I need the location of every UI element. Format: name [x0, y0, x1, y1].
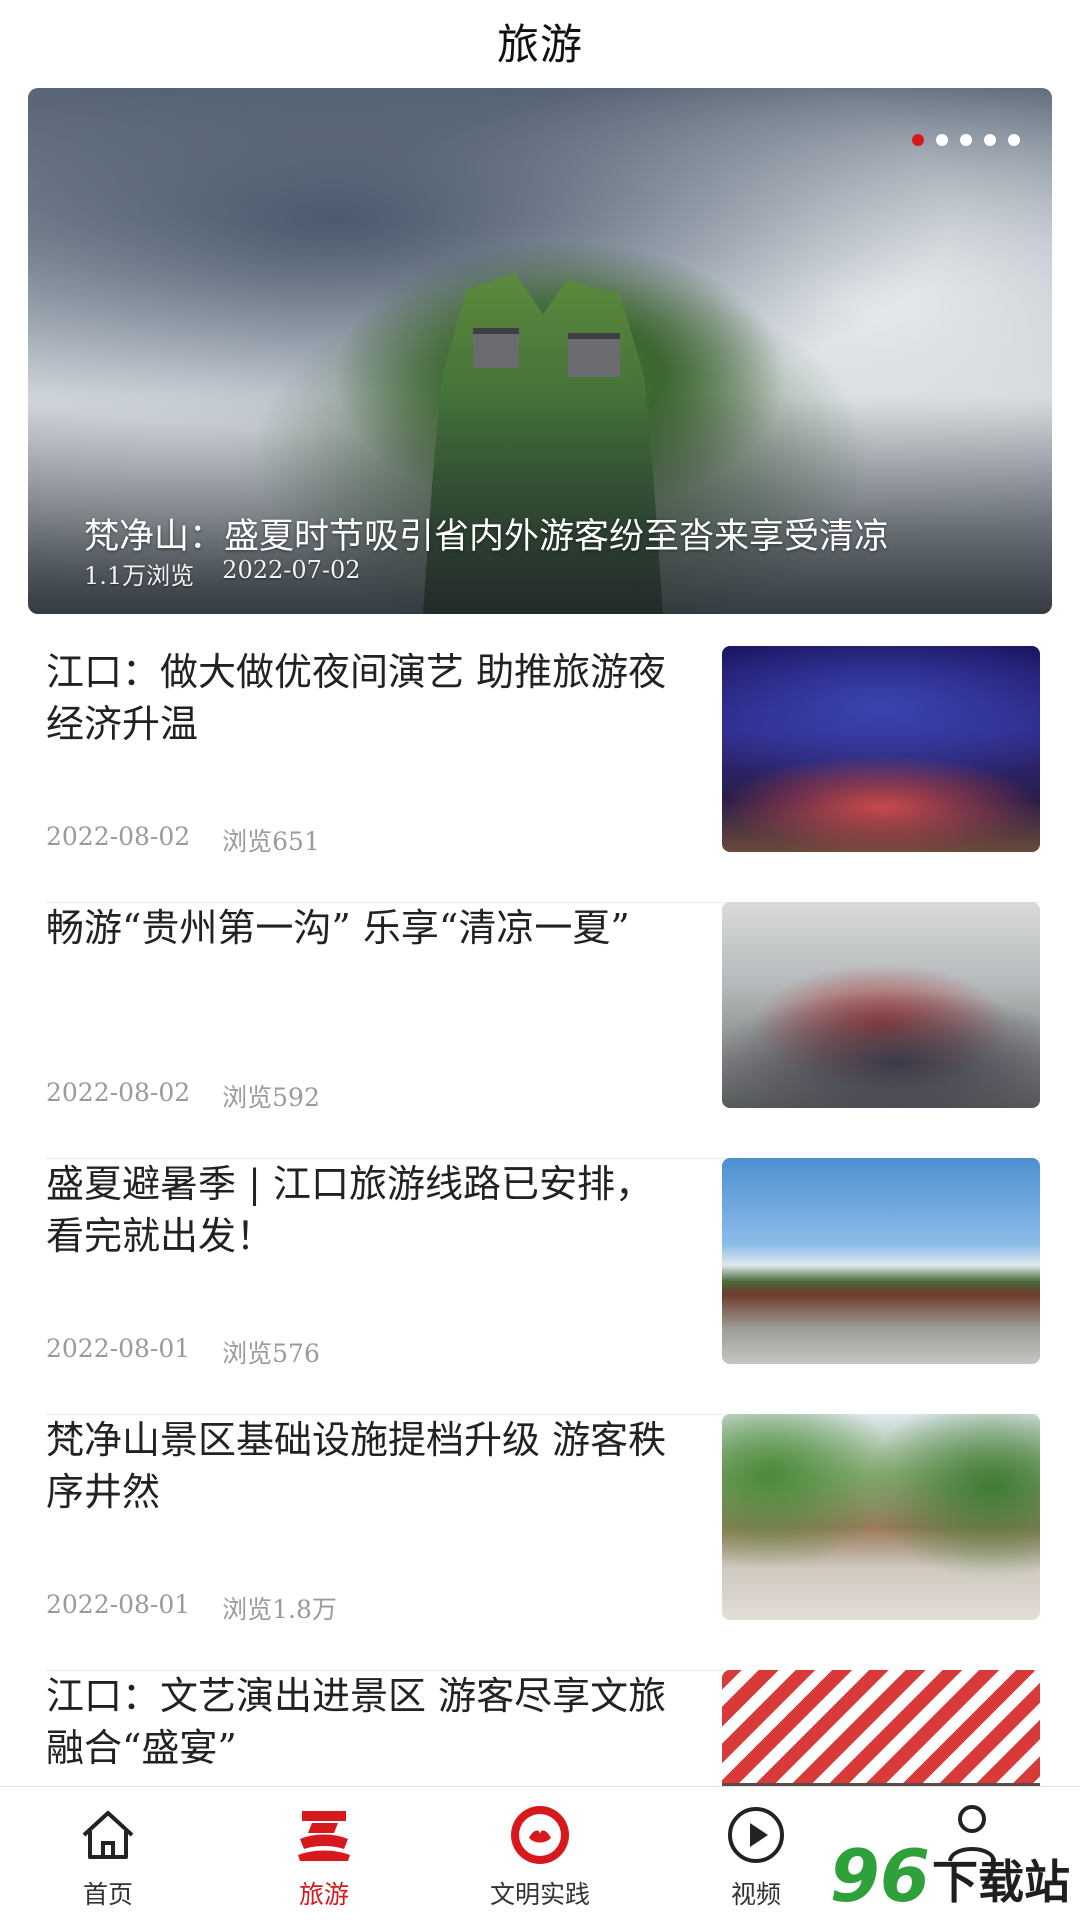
app-screen: 旅游 梵净山：盛夏时节吸引省内外游客纷至沓来享受清凉 1.1万浏览 2022-0… [0, 0, 1080, 1920]
article-item[interactable]: 梵净山景区基础设施提档升级 游客秩序井然 2022-08-01 浏览1.8万 [46, 1414, 1040, 1671]
article-date: 2022-08-01 [46, 1334, 191, 1363]
watermark-number: 96 [829, 1834, 930, 1918]
top-header: 旅游 [0, 0, 1080, 82]
carousel-dot-1[interactable] [912, 134, 924, 146]
tab-home[interactable]: 首页 [0, 1787, 216, 1920]
tab-travel[interactable]: 旅游 [216, 1787, 432, 1920]
banner-title[interactable]: 梵净山：盛夏时节吸引省内外游客纷至沓来享受清凉 [84, 508, 1012, 559]
article-title[interactable]: 梵净山景区基础设施提档升级 游客秩序井然 [46, 1414, 686, 1518]
article-views: 浏览592 [222, 1083, 320, 1112]
carousel-dot-4[interactable] [984, 134, 996, 146]
article-date: 2022-08-01 [46, 1590, 191, 1619]
article-item[interactable]: 盛夏避暑季 | 江口旅游线路已安排，看完就出发！ 2022-08-01 浏览57… [46, 1158, 1040, 1415]
carousel-dot-3[interactable] [960, 134, 972, 146]
article-item[interactable]: 畅游“贵州第一沟” 乐享“清凉一夏” 2022-08-02 浏览592 [46, 902, 1040, 1159]
tab-civilization[interactable]: 文明实践 [432, 1787, 648, 1920]
article-thumbnail[interactable] [722, 1158, 1040, 1364]
banner-image-temple-left [473, 328, 519, 368]
play-icon [724, 1803, 788, 1867]
carousel-dot-5[interactable] [1008, 134, 1020, 146]
featured-carousel[interactable]: 梵净山：盛夏时节吸引省内外游客纷至沓来享受清凉 1.1万浏览 2022-07-0… [28, 88, 1052, 614]
article-meta: 2022-08-01 浏览1.8万 [46, 1590, 337, 1626]
article-views: 浏览576 [222, 1339, 320, 1368]
article-views: 浏览1.8万 [222, 1595, 337, 1624]
banner-views: 1.1万浏览 [84, 562, 195, 590]
tab-label: 文明实践 [489, 1880, 590, 1909]
article-title[interactable]: 江口：做大做优夜间演艺 助推旅游夜经济升温 [46, 646, 686, 750]
article-thumbnail[interactable] [722, 646, 1040, 852]
civilization-badge-icon [508, 1803, 572, 1867]
page-title: 旅游 [496, 19, 583, 69]
article-meta: 2022-08-02 浏览651 [46, 822, 320, 858]
article-views: 浏览651 [222, 827, 320, 856]
article-item[interactable]: 江口：做大做优夜间演艺 助推旅游夜经济升温 2022-08-02 浏览651 [46, 646, 1040, 903]
article-thumbnail[interactable] [722, 902, 1040, 1108]
article-meta: 2022-08-01 浏览576 [46, 1334, 320, 1370]
site-watermark: 96 下载站 [830, 1840, 1070, 1912]
tab-label: 旅游 [298, 1880, 349, 1909]
home-icon [76, 1803, 140, 1867]
tab-label: 视频 [730, 1880, 781, 1909]
watermark-text: 下载站 [932, 1855, 1070, 1909]
article-title[interactable]: 盛夏避暑季 | 江口旅游线路已安排，看完就出发！ [46, 1158, 686, 1262]
banner-date: 2022-07-02 [222, 556, 361, 584]
tab-label: 首页 [82, 1880, 133, 1909]
travel-icon [292, 1803, 356, 1867]
article-thumbnail[interactable] [722, 1414, 1040, 1620]
article-title[interactable]: 江口：文艺演出进景区 游客尽享文旅融合“盛宴” [46, 1670, 686, 1774]
article-date: 2022-08-02 [46, 822, 191, 851]
banner-meta: 1.1万浏览 2022-07-02 [84, 556, 361, 591]
carousel-dot-2[interactable] [936, 134, 948, 146]
article-title[interactable]: 畅游“贵州第一沟” 乐享“清凉一夏” [46, 902, 686, 954]
banner-image-temple-right [568, 333, 620, 377]
carousel-indicator[interactable] [912, 134, 1020, 146]
article-date: 2022-08-02 [46, 1078, 191, 1107]
article-meta: 2022-08-02 浏览592 [46, 1078, 320, 1114]
